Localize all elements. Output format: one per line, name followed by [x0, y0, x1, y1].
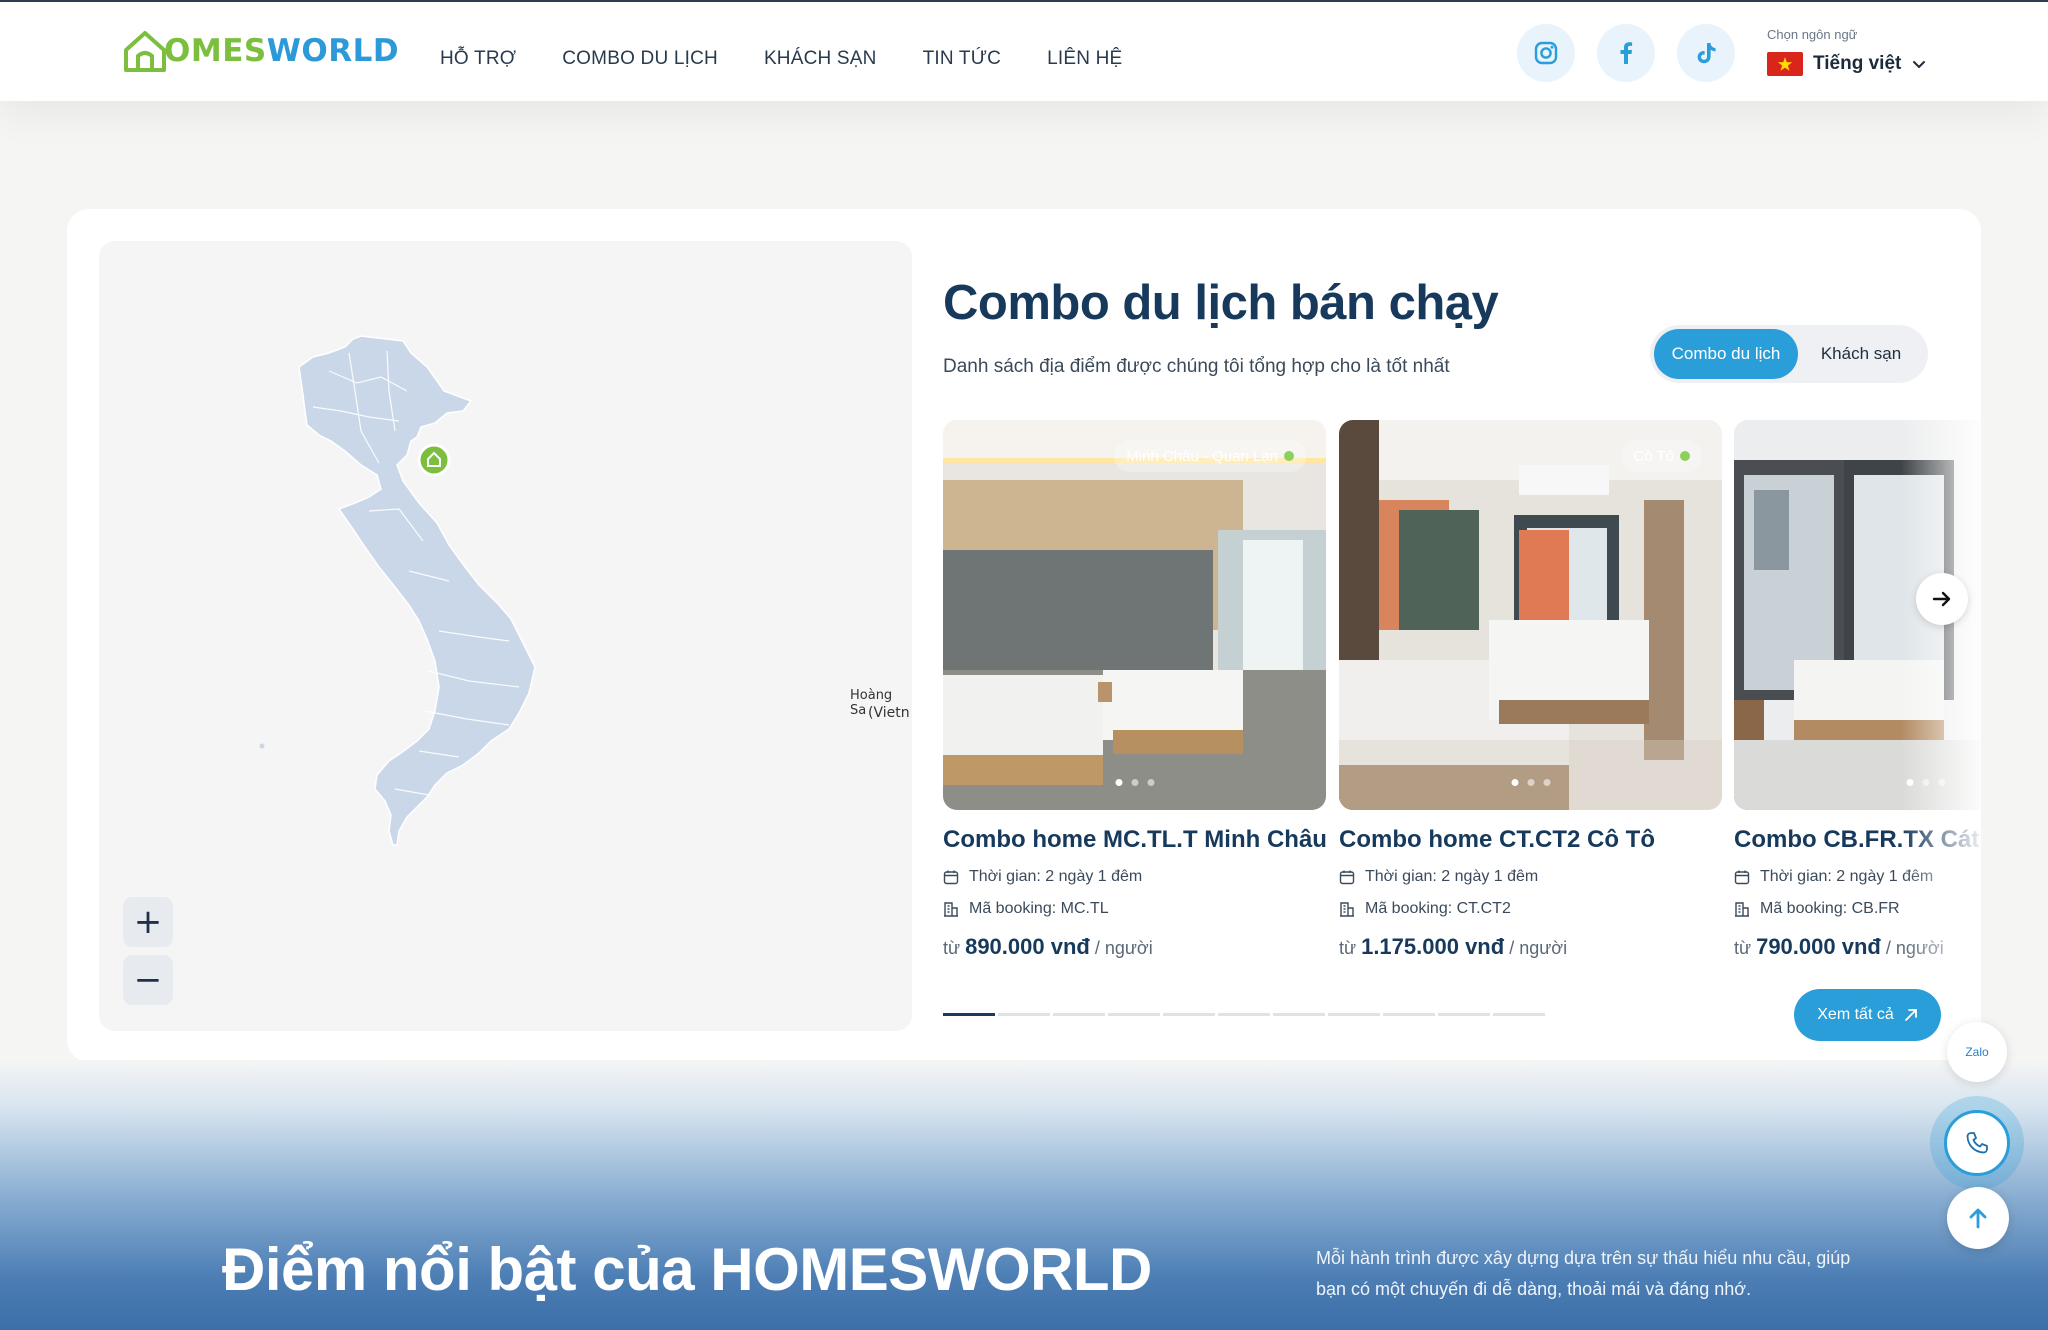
nav-combo-du-lich[interactable]: COMBO DU LỊCH — [562, 48, 718, 70]
tiktok-button[interactable] — [1677, 24, 1735, 82]
progress-segment[interactable] — [943, 1013, 995, 1016]
house-logo-icon — [124, 31, 166, 72]
progress-segment[interactable] — [1328, 1013, 1380, 1016]
location-badge: Cô Tô — [1621, 440, 1702, 472]
language-caption: Chọn ngôn ngữ — [1767, 27, 1858, 42]
arrow-up-right-icon — [1904, 1009, 1917, 1021]
tour-photo[interactable]: Minh Châu - Quan Lạn — [943, 420, 1326, 810]
phone-icon — [1966, 1132, 1988, 1154]
scroll-top-button[interactable] — [1947, 1187, 2009, 1249]
tour-booking-code: Mã booking: MC.TL — [943, 900, 1326, 918]
tour-duration: Thời gian: 2 ngày 1 đêm — [1339, 868, 1722, 886]
tour-card[interactable]: Minh Châu - Quan Lạn Combo home MC.TL.T … — [943, 420, 1327, 960]
site-header: OMESWORLD HỖ TRỢ COMBO DU LỊCH KHÁCH SẠN… — [0, 0, 2048, 101]
vietnam-flag-icon — [1767, 52, 1803, 76]
tab-combo-du-lich[interactable]: Combo du lịch — [1654, 329, 1798, 379]
nav-lien-he[interactable]: LIÊN HỆ — [1047, 48, 1122, 70]
progress-segment[interactable] — [1493, 1013, 1545, 1016]
calendar-icon — [943, 870, 959, 885]
call-button[interactable] — [1944, 1110, 2010, 1176]
zoom-out-button[interactable]: − — [123, 955, 173, 1005]
vietnam-map[interactable]: Hoàng Sa (Vietn + − — [99, 241, 912, 1031]
homesworld-logo[interactable]: OMESWORLD — [122, 26, 399, 76]
section-title: Combo du lịch bán chạy — [943, 276, 1499, 330]
progress-segment[interactable] — [1383, 1013, 1435, 1016]
section-subtitle: Danh sách địa điểm được chúng tôi tổng h… — [943, 356, 1450, 377]
tour-price: từ 1.175.000 vnđ / người — [1339, 934, 1568, 959]
progress-segment[interactable] — [1218, 1013, 1270, 1016]
tour-price: từ 890.000 vnđ / người — [943, 934, 1153, 959]
nav-tin-tuc[interactable]: TIN TỨC — [923, 48, 1002, 70]
zoom-in-button[interactable]: + — [123, 897, 173, 947]
building-icon — [1735, 902, 1749, 917]
tab-khach-san[interactable]: Khách sạn — [1798, 329, 1924, 379]
progress-segment[interactable] — [998, 1013, 1050, 1016]
location-pin-icon — [1680, 451, 1690, 461]
vietnam-map-shape — [259, 335, 536, 846]
map-pin-icon — [417, 443, 451, 477]
tiktok-icon — [1697, 43, 1716, 64]
building-icon — [944, 902, 958, 917]
progress-segment[interactable] — [1273, 1013, 1325, 1016]
highlights-text: Mỗi hành trình được xây dựng dựa trên sự… — [1316, 1248, 1851, 1299]
tour-carousel: Minh Châu - Quan Lạn Combo home MC.TL.T … — [943, 420, 1981, 980]
bedroom-photo — [1339, 420, 1722, 810]
zalo-button[interactable]: Zalo — [1947, 1022, 2007, 1082]
progress-segment[interactable] — [1438, 1013, 1490, 1016]
facebook-button[interactable] — [1597, 24, 1655, 82]
language-label: Tiếng việt — [1813, 53, 1902, 74]
category-toggle: Combo du lịch Khách sạn — [1650, 325, 1928, 383]
arrow-right-icon — [1932, 591, 1951, 607]
photo-dots[interactable] — [1115, 779, 1154, 786]
tour-duration: Thời gian: 2 ngày 1 đêm — [943, 868, 1326, 886]
view-all-button[interactable]: Xem tất cả — [1794, 989, 1941, 1041]
building-icon — [1340, 902, 1354, 917]
nav-ho-tro[interactable]: HỖ TRỢ — [440, 48, 516, 70]
language-selector[interactable]: Tiếng việt — [1767, 52, 1927, 76]
tour-name[interactable]: Combo home MC.TL.T Minh Châu — [943, 826, 1327, 854]
logo-wordmark: OMESWORLD — [164, 33, 400, 69]
map-label-paracel-sub: (Vietn — [868, 705, 910, 721]
carousel-next-button[interactable] — [1916, 573, 1968, 625]
location-pin-icon — [1284, 451, 1294, 461]
tour-booking-code: Mã booking: CT.CT2 — [1339, 900, 1722, 918]
tour-name[interactable]: Combo home CT.CT2 Cô Tô — [1339, 826, 1722, 854]
photo-dots[interactable] — [1511, 779, 1550, 786]
chevron-down-icon — [1913, 61, 1926, 69]
main-nav: HỖ TRỢ COMBO DU LỊCH KHÁCH SẠN TIN TỨC L… — [440, 48, 1122, 70]
instagram-icon — [1534, 41, 1558, 65]
tour-card[interactable]: Cô Tô Combo home CT.CT2 Cô Tô Thời gian:… — [1339, 420, 1722, 960]
progress-segment[interactable] — [1053, 1013, 1105, 1016]
arrow-up-icon — [1969, 1208, 1987, 1229]
bedroom-photo — [943, 420, 1326, 810]
nav-khach-san[interactable]: KHÁCH SẠN — [764, 48, 877, 70]
calendar-icon — [1734, 870, 1750, 885]
carousel-progress[interactable] — [943, 1013, 1545, 1016]
instagram-button[interactable] — [1517, 24, 1575, 82]
progress-segment[interactable] — [1163, 1013, 1215, 1016]
calendar-icon — [1339, 870, 1355, 885]
progress-segment[interactable] — [1108, 1013, 1160, 1016]
facebook-icon — [1620, 42, 1633, 64]
carousel-fade — [1901, 420, 1981, 980]
location-badge: Minh Châu - Quan Lạn — [1114, 440, 1306, 472]
tour-photo[interactable]: Cô Tô — [1339, 420, 1722, 810]
highlights-title: Điểm nổi bật của HOMESWORLD — [222, 1236, 1152, 1303]
